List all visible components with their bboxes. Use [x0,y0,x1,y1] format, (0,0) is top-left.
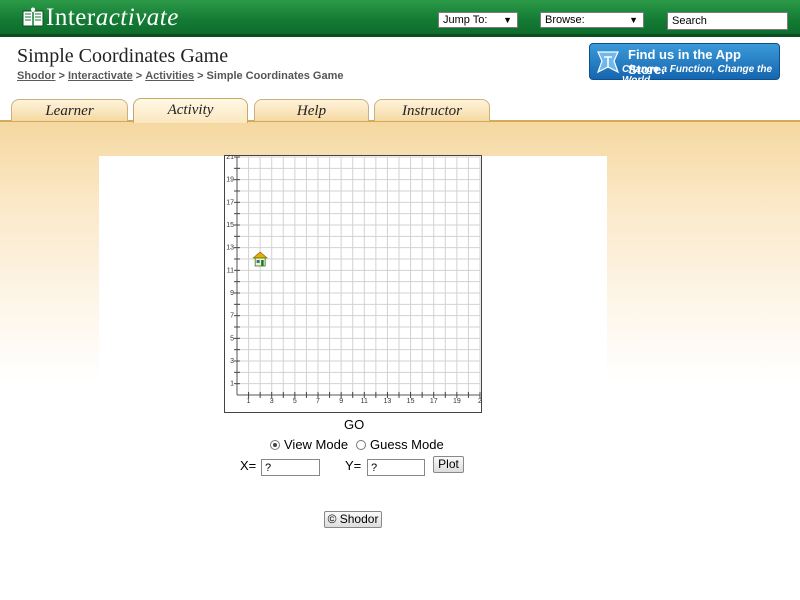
y-value: ? [371,462,378,474]
book-logo-icon [22,7,44,27]
y-tick-label: 5 [230,335,234,342]
go-label: GO [344,417,365,432]
dropdown-arrow-icon: ▼ [629,15,638,25]
jump-to-dropdown[interactable]: Jump To: ▼ [438,12,518,28]
guess-mode-label: Guess Mode [370,437,444,452]
x-tick-label: 19 [453,398,461,405]
breadcrumb-separator: > [58,70,65,82]
y-tick-label: 3 [230,358,234,365]
tab-label: Activity [167,102,214,118]
x-input[interactable]: ? [261,459,320,476]
y-tick-label: 7 [230,313,234,320]
x-tick-label: 17 [430,398,438,405]
x-tick-label: 9 [339,398,343,405]
y-input[interactable]: ? [367,459,425,476]
plot-button[interactable]: Plot [433,456,464,473]
x-tick-label: 3 [270,398,274,405]
app-store-banner[interactable]: Find us in the App Store. Change a Funct… [589,43,780,86]
x-tick-label: 13 [384,398,392,405]
dropdown-arrow-icon: ▼ [503,15,512,25]
breadcrumb-separator: > [197,70,204,82]
tab-learner[interactable]: Learner [11,99,128,121]
guess-mode-radio[interactable] [356,439,366,450]
tab-activity[interactable]: Activity [133,98,248,123]
breadcrumb-activities[interactable]: Activities [145,70,194,82]
guess-mode-option[interactable]: Guess Mode [356,437,444,452]
breadcrumb-separator: > [135,70,143,82]
browse-dropdown[interactable]: Browse: ▼ [540,12,644,28]
coordinate-grid[interactable]: 1 3 5 7 9 11 13 15 17 19 2 21 19 17 15 13 11 9 7 5 3 1 [224,154,482,413]
logo-text: Interactivate [46,4,179,31]
x-label: X= [240,458,257,473]
tab-label: Instructor [402,103,462,119]
tab-instructor[interactable]: Instructor [374,99,490,121]
y-tick-label: 1 [230,381,234,388]
shodor-copyright-button[interactable]: © Shodor [324,511,382,528]
tab-help[interactable]: Help [254,99,369,121]
x-tick-label: 11 [361,398,368,405]
app-store-tagline: Change a Function, Change the World [622,64,773,86]
top-navigation-bar: Interactivate Jump To: ▼ Browse: ▼ Searc… [0,0,800,37]
search-input[interactable]: Search [667,12,788,30]
x-tick-label: 2 [478,398,482,405]
view-mode-option[interactable]: View Mode [270,437,348,452]
x-tick-label: 15 [407,398,415,405]
browse-label: Browse: [545,14,585,26]
y-tick-label: 13 [226,245,234,252]
tab-label: Help [296,103,327,119]
search-placeholder: Search [672,15,707,27]
y-label: Y= [345,458,362,473]
y-tick-label: 17 [226,199,234,206]
y-tick-label: 9 [230,290,234,297]
x-tick-label: 1 [247,398,251,405]
y-tick-label: 19 [226,177,234,184]
y-tick-label: 11 [227,267,234,274]
breadcrumb-current: Simple Coordinates Game [206,70,344,82]
grid-svg: 1 3 5 7 9 11 13 15 17 19 221191715131197531 [224,154,482,413]
x-value: ? [265,462,272,474]
jump-to-label: Jump To: [443,14,488,26]
interactivate-logo[interactable]: Interactivate [22,4,179,32]
breadcrumb: Shodor > Interactivate > Activities > Simple C… [17,70,343,82]
view-mode-label: View Mode [284,437,349,452]
y-tick-label: 15 [226,222,234,229]
tab-label: Learner [45,103,94,119]
y-tick-label: 21 [226,155,234,161]
x-tick-label: 7 [316,398,320,405]
x-tick-label: 5 [293,398,297,405]
view-mode-radio[interactable] [270,439,280,450]
breadcrumb-interactivate[interactable]: Interactivate [68,70,133,82]
page-title: Simple Coordinates Game [17,45,229,67]
app-store-icon [596,51,620,74]
breadcrumb-shodor[interactable]: Shodor [17,70,56,82]
